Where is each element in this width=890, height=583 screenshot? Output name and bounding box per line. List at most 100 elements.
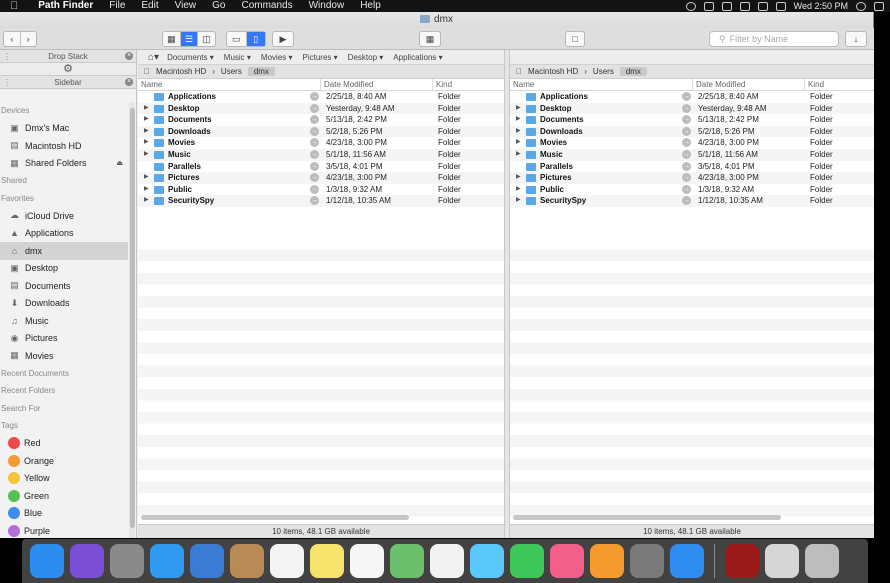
path-macintosh-hd[interactable]: Macintosh HD (528, 67, 578, 76)
preview-button[interactable]: ▶ (272, 31, 294, 47)
arrow-circle-icon[interactable]: → (310, 138, 319, 148)
action-menu-button[interactable]: ▦ (419, 31, 441, 47)
disclosure-triangle-icon[interactable]: ▶ (144, 114, 149, 126)
sidebar-item-dmx[interactable]: ⌂ dmx (0, 242, 128, 260)
table-row[interactable]: ▶ Downloads → 5/2/18, 5:26 PM Folder (510, 125, 874, 138)
table-row[interactable]: ▶ Public → 1/3/18, 9:32 AM Folder (138, 184, 504, 196)
table-row[interactable]: Parallels → 3/5/18, 4:01 PM Folder (510, 161, 874, 173)
sidebar-item-dmxs-mac[interactable]: ▣ Dmx's Mac (0, 120, 128, 138)
shortcut-desktop[interactable]: Desktop ▾ (348, 53, 384, 62)
icon-view-icon[interactable]: ▦ (163, 32, 180, 46)
disclosure-triangle-icon[interactable]: ▶ (516, 126, 521, 138)
disclosure-triangle-icon[interactable]: ▶ (144, 126, 149, 138)
notes-icon[interactable] (310, 544, 344, 578)
menu-clock[interactable]: Wed 2:50 PM (794, 1, 848, 11)
arrow-circle-icon[interactable]: → (310, 92, 319, 101)
new-document-button[interactable]: □ (565, 31, 585, 47)
sidebar-tag-blue[interactable]: Blue (0, 505, 128, 523)
trash-icon[interactable] (805, 544, 839, 578)
path-dmx[interactable]: dmx (247, 67, 275, 76)
disclosure-triangle-icon[interactable]: ▶ (516, 137, 521, 149)
disclosure-triangle-icon[interactable]: ▶ (516, 103, 521, 115)
volume-icon[interactable] (739, 1, 750, 11)
drop-stack-header[interactable]: ⋮ Drop Stack × (0, 50, 136, 63)
airplay-icon[interactable] (721, 1, 732, 11)
table-row[interactable]: ▶ Downloads → 5/2/18, 5:26 PM Folder (138, 125, 504, 138)
sidebar-item-documents[interactable]: ▤ Documents (0, 277, 128, 295)
launchpad-icon[interactable] (110, 544, 144, 578)
horizontal-scrollbar[interactable] (513, 515, 781, 520)
arrow-circle-icon[interactable]: → (682, 126, 691, 136)
maps-icon[interactable] (390, 544, 424, 578)
disclosure-triangle-icon[interactable]: ▶ (516, 149, 521, 161)
menu-go[interactable]: Go (204, 0, 233, 12)
disclosure-triangle-icon[interactable]: ▶ (516, 114, 521, 126)
arrow-circle-icon[interactable]: → (310, 103, 319, 113)
mail-icon[interactable] (190, 544, 224, 578)
arrow-circle-icon[interactable]: → (682, 92, 691, 101)
spotlight-icon[interactable] (856, 1, 866, 11)
sidebar-item-icloud-drive[interactable]: ☁ iCloud Drive (0, 207, 128, 225)
disclosure-triangle-icon[interactable]: ▶ (144, 184, 149, 196)
calendar-icon[interactable] (270, 544, 304, 578)
disclosure-triangle-icon[interactable]: ▶ (144, 137, 149, 149)
table-row[interactable]: ▶ Documents → 5/13/18, 2:42 PM Folder (138, 114, 504, 126)
column-view-icon[interactable]: ◫ (198, 32, 215, 46)
menu-file[interactable]: File (101, 0, 133, 12)
home-menu-icon[interactable]: ⌂▾ (148, 52, 159, 63)
apple-menu-icon[interactable]:  (0, 0, 30, 12)
menu-view[interactable]: View (167, 0, 205, 12)
table-row[interactable]: Parallels → 3/5/18, 4:01 PM Folder (138, 161, 504, 173)
sidebar-tag-green[interactable]: Green (0, 487, 128, 505)
eject-icon[interactable]: ⏏ (116, 159, 123, 167)
table-row[interactable]: Applications → 2/25/18, 8:40 AM Folder (510, 91, 874, 103)
sidebar-tag-purple[interactable]: Purple (0, 522, 128, 538)
table-row[interactable]: ▶ Pictures → 4/23/18, 3:00 PM Folder (138, 172, 504, 184)
arrow-circle-icon[interactable]: → (310, 115, 319, 125)
gear-icon[interactable]: ⚙ (63, 63, 73, 75)
arrow-circle-icon[interactable]: → (310, 173, 319, 183)
table-row[interactable]: ▶ Music → 5/1/18, 11:56 AM Folder (510, 148, 874, 161)
path-users[interactable]: Users (221, 67, 242, 76)
arrow-circle-icon[interactable]: → (682, 161, 691, 171)
notification-center-icon[interactable] (874, 1, 884, 11)
download-button[interactable]: ↓ (845, 31, 867, 47)
sidebar-item-pictures[interactable]: ◉ Pictures (0, 330, 128, 348)
arrow-circle-icon[interactable]: → (310, 196, 319, 206)
table-row[interactable]: ▶ Desktop → Yesterday, 9:48 AM Folder (138, 102, 504, 115)
messages-icon[interactable] (470, 544, 504, 578)
disclosure-triangle-icon[interactable]: ▶ (144, 172, 149, 184)
forward-icon[interactable]: › (21, 32, 37, 46)
disclosure-triangle-icon[interactable]: ▶ (516, 184, 521, 196)
sidebar-item-movies[interactable]: ▦ Movies (0, 347, 128, 365)
finder-icon[interactable] (30, 544, 64, 578)
disclosure-triangle-icon[interactable]: ▶ (144, 149, 149, 161)
menu-app[interactable]: Path Finder (30, 0, 101, 12)
horizontal-scrollbar[interactable] (141, 515, 409, 520)
table-row[interactable]: ▶ Movies → 4/23/18, 3:00 PM Folder (510, 137, 874, 149)
scrollbar-thumb[interactable] (130, 108, 135, 528)
disclosure-triangle-icon[interactable]: ▶ (516, 172, 521, 184)
column-kind[interactable]: Kind (804, 79, 824, 91)
sidebar-item-music[interactable]: ♫ Music (0, 312, 128, 330)
disclosure-triangle-icon[interactable]: ▶ (144, 103, 149, 115)
menu-commands[interactable]: Commands (233, 0, 300, 12)
shortcut-music[interactable]: Music ▾ (224, 53, 251, 62)
arrow-circle-icon[interactable]: → (682, 184, 691, 194)
back-icon[interactable]: ‹ (4, 32, 20, 46)
arrow-circle-icon[interactable]: → (682, 115, 691, 125)
drag-handle-icon[interactable]: ⋮ (3, 76, 11, 89)
filter-input[interactable]: ⚲ Filter by Name (709, 31, 839, 47)
path-macintosh-hd[interactable]: Macintosh HD (156, 67, 206, 76)
reminders-icon[interactable] (350, 544, 384, 578)
section-recent-documents[interactable]: Recent Documents (0, 365, 128, 383)
column-kind[interactable]: Kind (432, 79, 452, 91)
table-row[interactable]: ▶ Desktop → Yesterday, 9:48 AM Folder (510, 102, 874, 115)
system-preferences-icon[interactable] (630, 544, 664, 578)
table-row[interactable]: Applications → 2/25/18, 8:40 AM Folder (138, 91, 504, 103)
table-row[interactable]: ▶ SecuritySpy → 1/12/18, 10:35 AM Folder (510, 195, 874, 207)
column-name[interactable]: Name (510, 79, 534, 91)
dual-pane-icon[interactable]: ▯ (246, 32, 265, 46)
path-dmx[interactable]: dmx (619, 67, 647, 76)
disclosure-triangle-icon[interactable]: ▶ (516, 195, 521, 207)
